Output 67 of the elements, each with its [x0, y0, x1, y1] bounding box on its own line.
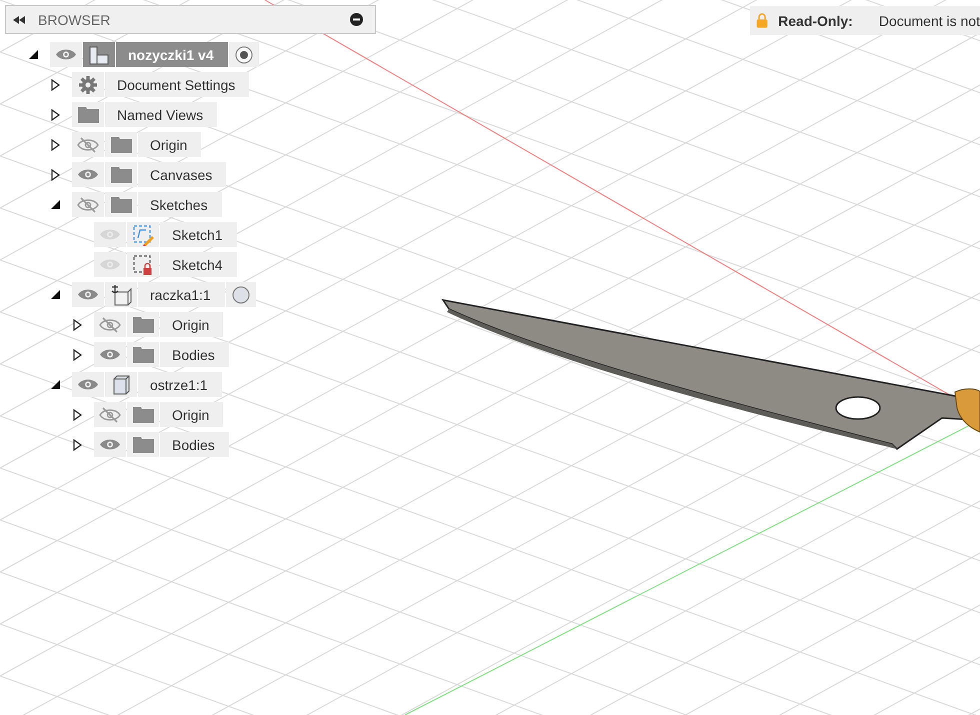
box-icon — [112, 374, 130, 394]
collapsed-arrow-icon[interactable] — [51, 138, 60, 150]
collapsed-arrow-icon[interactable] — [51, 108, 60, 120]
collapsed-arrow-icon[interactable] — [73, 408, 82, 420]
visibility-toggle[interactable] — [72, 132, 104, 157]
hidden-eye-icon — [77, 196, 99, 212]
folder-icon — [132, 346, 154, 362]
expanded-arrow-icon[interactable] — [51, 200, 60, 209]
visibility-toggle[interactable] — [94, 402, 126, 427]
collapsed-arrow-icon[interactable] — [73, 438, 82, 450]
hidden-eye-icon — [99, 316, 121, 332]
hidden-eye-icon — [77, 136, 99, 152]
eye-icon — [77, 168, 99, 181]
tree-item-label[interactable]: Origin — [138, 132, 202, 157]
folder-icon — [110, 166, 132, 182]
expanded-arrow-icon[interactable] — [51, 290, 60, 299]
eye-icon — [77, 378, 99, 391]
folder-icon — [110, 136, 132, 152]
collapsed-arrow-icon[interactable] — [73, 348, 82, 360]
component-icon — [88, 44, 110, 64]
lock-icon — [756, 11, 768, 30]
tree-item-label[interactable]: Bodies — [160, 432, 229, 457]
visibility-toggle[interactable] — [94, 432, 126, 457]
visibility-toggle[interactable] — [72, 372, 104, 397]
sketch-icon — [132, 224, 154, 246]
visibility-toggle[interactable] — [72, 162, 104, 187]
folder-icon — [132, 406, 154, 422]
tree-item-label[interactable]: Origin — [160, 312, 224, 337]
read-only-label: Read-Only: — [778, 12, 853, 28]
eye-icon — [99, 258, 121, 271]
folder-icon — [110, 196, 132, 212]
anchored-box-icon — [109, 284, 133, 306]
activate-radio[interactable] — [232, 286, 250, 304]
tree-item-label[interactable]: Named Views — [105, 102, 218, 127]
visibility-toggle[interactable] — [50, 42, 82, 67]
tree-item-label[interactable]: Origin — [160, 402, 224, 427]
tree-item-label[interactable]: ostrze1:1 — [138, 372, 222, 397]
panel-title: BROWSER — [38, 12, 112, 28]
collapsed-arrow-icon[interactable] — [51, 78, 60, 90]
folder-icon — [132, 436, 154, 452]
collapse-icon[interactable] — [13, 16, 26, 24]
folder-icon — [132, 316, 154, 332]
tree-item-label[interactable]: Sketches — [138, 192, 222, 217]
read-only-message: Document is not — [878, 12, 980, 28]
eye-icon — [99, 438, 121, 451]
tree-item-label[interactable]: Canvases — [138, 162, 226, 187]
visibility-toggle[interactable] — [72, 282, 104, 307]
visibility-toggle[interactable] — [72, 192, 104, 217]
minimize-icon[interactable] — [350, 13, 363, 26]
folder-icon — [78, 106, 98, 122]
activate-radio[interactable] — [234, 46, 253, 64]
visibility-toggle[interactable] — [94, 342, 126, 367]
eye-icon — [55, 48, 77, 61]
eye-icon — [99, 228, 121, 241]
tree-item-label[interactable]: raczka1:1 — [138, 282, 225, 307]
eye-icon — [77, 288, 99, 301]
visibility-toggle[interactable] — [94, 312, 126, 337]
hidden-eye-icon — [99, 406, 121, 422]
expanded-arrow-icon[interactable] — [51, 380, 60, 389]
eye-icon — [99, 348, 121, 361]
locked-sketch-icon — [132, 254, 154, 276]
settings-icon — [79, 76, 97, 94]
tree-item-label[interactable]: Document Settings — [105, 72, 250, 97]
collapsed-arrow-icon[interactable] — [73, 318, 82, 330]
tree-item-label[interactable]: Bodies — [160, 342, 229, 367]
expanded-arrow-icon[interactable] — [29, 50, 38, 59]
collapsed-arrow-icon[interactable] — [51, 168, 60, 180]
